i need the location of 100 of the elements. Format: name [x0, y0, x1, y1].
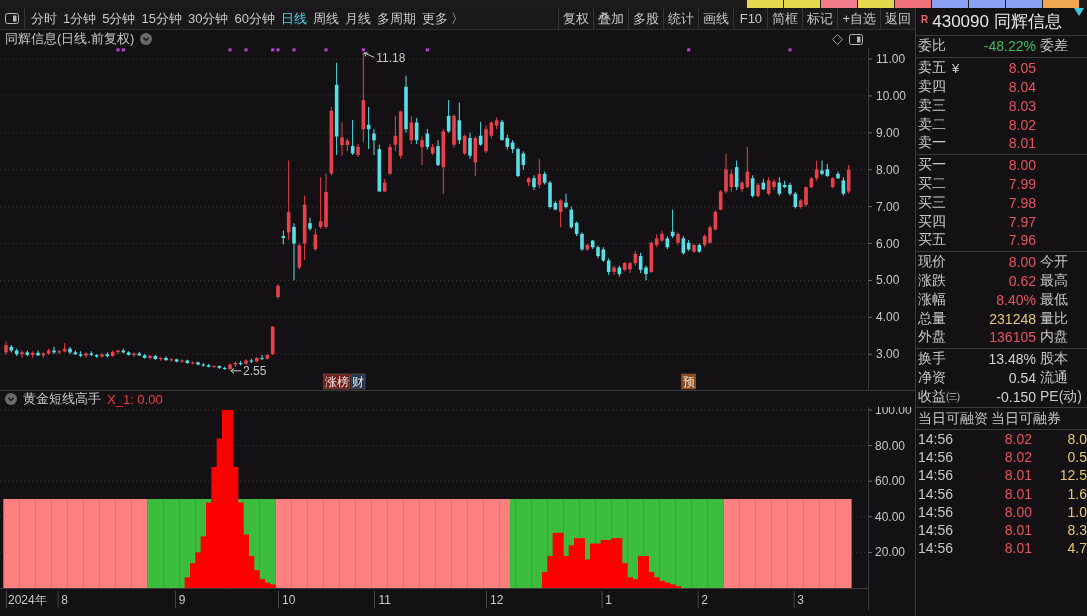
quote-label: 收益㈢: [918, 387, 961, 406]
price-axis-label: 8.00: [876, 162, 900, 177]
price-axis-label: 11.00: [876, 52, 906, 67]
quote-value: 136105: [988, 329, 1036, 346]
quote-value: 8.02: [1007, 116, 1036, 133]
date-axis-label: 2: [701, 593, 708, 607]
price-axis-label: 6.00: [876, 236, 900, 251]
quote-value: 8.00: [1007, 254, 1036, 271]
quote-value: 8.00: [1007, 157, 1036, 174]
trade-volume: 12.5: [1058, 467, 1087, 484]
trade-time: 14:56: [918, 540, 955, 557]
quote-label: 卖一: [918, 134, 947, 153]
trade-time: 14:56: [918, 449, 955, 466]
price-annotation: 2.55: [243, 364, 267, 379]
stock-title: 430090 同辉信息: [932, 11, 1062, 33]
date-axis-label: 1: [605, 593, 612, 607]
quote-label: 买一: [918, 156, 947, 175]
price-axis-label: 4.00: [876, 310, 900, 325]
price-axis-label: 3.00: [876, 347, 900, 362]
quote-value: 7.97: [1007, 213, 1036, 230]
quote-label: 卖四: [918, 78, 947, 96]
quote-label: 流通: [1040, 368, 1069, 387]
trade-time: 14:56: [918, 503, 955, 520]
quote-label: 买四: [918, 212, 947, 231]
price-axis-label: 5.00: [876, 273, 900, 288]
quote-label: 卖五: [918, 59, 946, 78]
trade-price: 8.01: [1003, 485, 1032, 502]
trade-volume: 4.7: [1066, 540, 1087, 557]
date-axis-label: 3: [797, 593, 804, 607]
quote-value: 0.62: [1007, 272, 1036, 289]
quote-label: 涨跌: [918, 271, 947, 290]
indicator-axis-label: 60.00: [875, 474, 906, 489]
currency-sign: ¥: [952, 60, 960, 76]
finance-label: 当日可融资: [918, 409, 988, 428]
quote-label: 委比: [918, 37, 947, 56]
quote-value: -0.150: [995, 388, 1036, 405]
quote-label: 现价: [918, 253, 947, 272]
indicator-readout: X_1: 0.00: [107, 391, 163, 407]
quote-value: 7.98: [1007, 194, 1036, 211]
trade-volume: 1.0: [1066, 503, 1087, 520]
quote-label: 最低: [1040, 290, 1069, 309]
quote-value: 0.54: [1007, 369, 1036, 386]
trade-time: 14:56: [918, 431, 955, 448]
market-mark: R: [921, 14, 929, 25]
date-axis-label: 8: [61, 593, 68, 607]
quote-value: -48.22%: [982, 38, 1036, 55]
chart-title: 同辉信息(日线.前复权): [5, 30, 135, 48]
quote-label: 委差: [1040, 37, 1069, 56]
trade-price: 8.01: [1003, 521, 1032, 538]
quote-value: 8.03: [1007, 97, 1036, 114]
trade-volume: 8.0: [1066, 431, 1087, 448]
trade-volume: 1.6: [1066, 485, 1087, 502]
quote-label: 涨幅: [918, 290, 947, 309]
quote-label: 今开: [1040, 253, 1069, 272]
price-axis-label: 7.00: [876, 199, 900, 214]
indicator-axis-label: 80.00: [875, 438, 906, 453]
date-axis-label: 12: [490, 593, 504, 607]
trade-price: 8.02: [1003, 431, 1032, 448]
quote-label: 买二: [918, 174, 947, 193]
date-axis-label: 10: [282, 593, 296, 607]
quote-value: 231248: [988, 310, 1036, 327]
quote-value: 8.40%: [995, 291, 1036, 308]
finance-label: 当日可融券: [991, 409, 1061, 428]
quote-value: 7.96: [1007, 232, 1036, 249]
trade-price: 8.00: [1003, 503, 1032, 520]
trade-time: 14:56: [918, 521, 955, 538]
quote-value: 8.01: [1007, 135, 1036, 152]
date-axis-label: 11: [378, 593, 391, 607]
trade-price: 8.01: [1003, 467, 1032, 484]
quote-label: 外盘: [918, 328, 947, 347]
trade-time: 14:56: [918, 485, 955, 502]
quote-value: 13.48%: [987, 351, 1036, 368]
indicator-axis-label: 20.00: [875, 545, 906, 560]
trade-volume: 0.5: [1066, 449, 1087, 466]
quote-label: 最高: [1040, 271, 1069, 290]
quote-label: 买三: [918, 193, 947, 212]
quote-label: 买五: [918, 231, 947, 250]
quote-label: 股本: [1040, 350, 1069, 369]
quote-label: 卖三: [918, 96, 947, 115]
trade-volume: 8.3: [1066, 521, 1087, 538]
trade-time: 14:56: [918, 467, 955, 484]
quote-label: 换手: [918, 350, 947, 369]
trade-price: 8.01: [1003, 540, 1032, 557]
price-annotation: 11.18: [376, 51, 406, 66]
quote-label: 净资: [918, 368, 947, 387]
price-axis-label: 10.00: [876, 88, 907, 103]
quote-label: 量比: [1040, 309, 1069, 328]
trade-price: 8.02: [1003, 449, 1032, 466]
quote-label: 内盘: [1040, 328, 1069, 347]
quote-label: PE(动): [1040, 387, 1083, 406]
quote-label: 卖二: [918, 115, 947, 134]
date-axis-label: 2024年: [8, 593, 47, 607]
date-axis-label: 9: [178, 593, 186, 607]
price-axis-label: 9.00: [876, 125, 900, 140]
quote-value: 8.05: [1007, 60, 1036, 77]
quote-label: 总量: [918, 309, 947, 328]
indicator-title: 黄金短线高手: [23, 390, 101, 408]
quote-value: 7.99: [1007, 175, 1036, 192]
indicator-axis-label: 40.00: [875, 509, 906, 524]
quote-value: 8.04: [1007, 79, 1036, 95]
